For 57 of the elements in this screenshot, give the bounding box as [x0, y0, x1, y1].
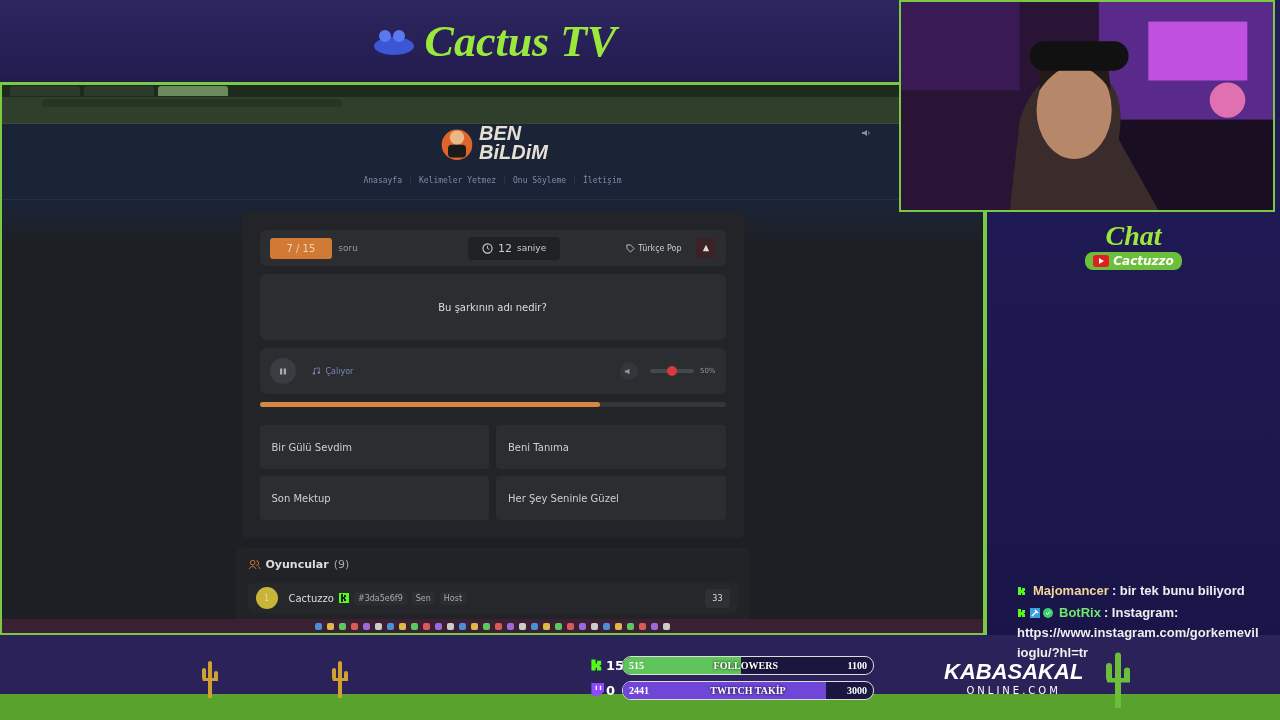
goal-start: 2441	[629, 684, 649, 696]
kick-badge-icon	[1017, 586, 1027, 596]
channel-name: Cactuzzo	[1113, 254, 1174, 268]
twitch-icon	[590, 683, 604, 697]
nav-link[interactable]: Onu Söyleme	[513, 176, 566, 185]
kick-icon	[339, 593, 349, 603]
chat-message: : bir tek bunu biliyord	[1111, 582, 1245, 600]
kick-badge-icon	[1017, 608, 1027, 618]
nav-link[interactable]: Anasayfa	[363, 176, 402, 185]
question-text: Bu şarkının adı nedir?	[438, 301, 547, 313]
play-icon	[1093, 255, 1110, 267]
report-button[interactable]	[695, 238, 716, 258]
kick-icon	[590, 658, 604, 672]
rank-badge: 1	[255, 587, 278, 609]
pause-icon	[279, 367, 286, 375]
nav-link[interactable]: Kelimeler Yetmez	[418, 176, 497, 185]
counter-label: soru	[338, 243, 358, 253]
chat-username: BotRix	[1059, 604, 1101, 622]
volume-thumb[interactable]	[666, 366, 677, 376]
music-note-icon	[311, 367, 320, 375]
host-tag: Host	[439, 591, 467, 605]
goal-target: 3000	[847, 684, 867, 696]
answer-option[interactable]: Son Mektup	[259, 476, 489, 520]
question-counter: 7 / 15	[269, 237, 333, 259]
chat-message: : Instagram:	[1103, 604, 1179, 622]
nav-link[interactable]: İletişim	[583, 176, 622, 185]
users-icon	[247, 559, 261, 570]
pause-button[interactable]	[269, 358, 296, 384]
player-score: 33	[705, 588, 730, 608]
site-logo-text: BEN	[479, 124, 523, 143]
goal-count: 0	[606, 682, 617, 698]
warning-icon	[701, 244, 710, 252]
hammer-badge-icon	[1030, 608, 1040, 618]
goal-label: TWITCH TAKİP	[709, 684, 787, 696]
playback-status: Çalıyor	[325, 366, 354, 376]
chat-title: Chat	[1105, 220, 1162, 252]
goal-start: 515	[629, 659, 644, 671]
player-id: #3da5e6f9	[354, 591, 407, 605]
category-label: Türkçe Pop	[638, 243, 682, 253]
you-tag: Sen	[411, 591, 435, 605]
clock-icon	[481, 242, 493, 254]
site-logo-text: BiLDiM	[479, 143, 548, 162]
sponsor-domain: ONLINE.COM	[966, 685, 1061, 696]
answer-option[interactable]: Her Şey Seninle Güzel	[496, 476, 726, 520]
answer-option[interactable]: Bir Gülü Sevdim	[259, 425, 489, 469]
players-title: Oyuncular	[265, 558, 329, 571]
timer-value: 12	[497, 241, 512, 255]
player-name: Cactuzzo	[288, 592, 334, 604]
verified-badge-icon	[1043, 608, 1053, 618]
volume-button[interactable]	[619, 362, 638, 380]
answer-option[interactable]: Beni Tanıma	[496, 425, 726, 469]
chat-username: Majomancer	[1033, 582, 1109, 600]
players-count: (9)	[333, 558, 350, 571]
goal-target: 1100	[847, 659, 867, 671]
tag-icon	[626, 243, 636, 253]
timer-unit: saniye	[516, 243, 547, 253]
speaker-icon[interactable]	[861, 128, 871, 138]
